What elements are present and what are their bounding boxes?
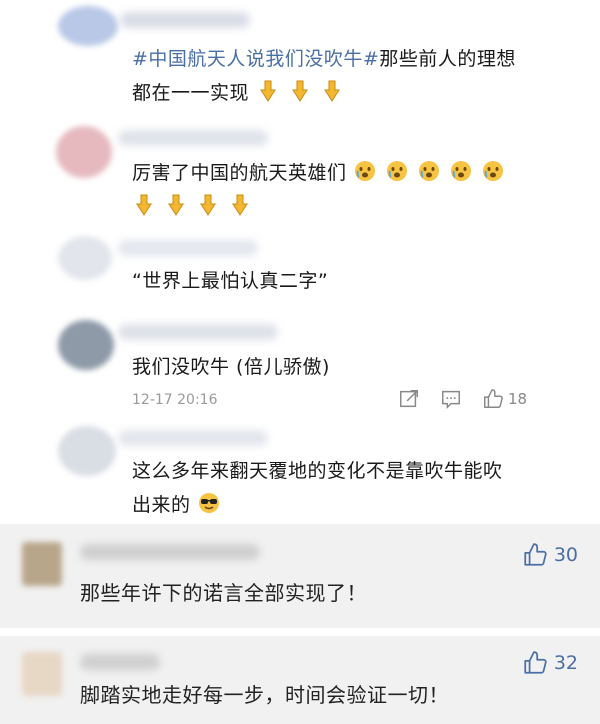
avatar[interactable] (58, 236, 112, 280)
thumbs-up-icon (482, 388, 504, 410)
comment-5: 这么多年来翻天覆地的变化不是靠吹牛能吹 出来的 (0, 418, 600, 524)
point-down-emoji-icon (256, 79, 280, 103)
comment-text: “世界上最怕认真二字” (132, 264, 572, 298)
crying-face-emoji-icon (385, 159, 409, 183)
avatar[interactable] (58, 6, 118, 46)
sunglasses-face-emoji-icon (197, 491, 221, 515)
like-count: 32 (553, 652, 578, 674)
comment-text-line: 都在一一实现 (132, 82, 250, 104)
highlight-comment-card: 30 那些年许下的诺言全部实现了！ (0, 524, 600, 628)
hashtag-link[interactable]: #中国航天人说我们没吹牛# (132, 48, 379, 70)
username-blurred[interactable] (80, 544, 260, 560)
username-blurred[interactable] (118, 430, 268, 446)
username-blurred[interactable] (118, 240, 258, 256)
thumbs-up-icon (524, 543, 547, 566)
point-down-emoji-icon (196, 193, 220, 217)
username-blurred[interactable] (80, 654, 160, 670)
like-count: 30 (553, 544, 578, 566)
comment-text: 这么多年来翻天覆地的变化不是靠吹牛能吹 出来的 (132, 454, 572, 522)
comment-text: 脚踏实地走好每一步，时间会验证一切！ (80, 683, 449, 707)
like-button[interactable]: 32 (522, 650, 578, 676)
comment-timestamp: 12-17 20:16 (132, 392, 218, 408)
crying-face-emoji-icon (417, 159, 441, 183)
like-button[interactable]: 18 (482, 388, 527, 410)
like-button[interactable]: 30 (522, 542, 578, 568)
point-down-emoji-icon (164, 193, 188, 217)
username-blurred[interactable] (118, 130, 268, 146)
point-down-emoji-icon (320, 79, 344, 103)
comment-text: 我们没吹牛 (倍儿骄傲) (132, 350, 572, 384)
share-icon[interactable] (398, 388, 420, 410)
comment-text-line: “世界上最怕认真二字” (132, 270, 329, 292)
comment-text-line: 厉害了中国的航天英雄们 (132, 162, 347, 184)
username-blurred[interactable] (118, 324, 278, 340)
username-blurred[interactable] (120, 12, 250, 28)
comment-text-line: 这么多年来翻天覆地的变化不是靠吹牛能吹 (132, 460, 503, 482)
comment-text: #中国航天人说我们没吹牛#那些前人的理想 都在一一实现 (132, 42, 552, 110)
point-down-emoji-icon (288, 79, 312, 103)
avatar[interactable] (56, 126, 112, 178)
comment-text-line: 那些前人的理想 (379, 48, 516, 70)
comment-icon[interactable] (440, 388, 462, 410)
like-count: 18 (508, 390, 528, 408)
comment-text-line: 出来的 (132, 494, 191, 516)
divider (0, 628, 600, 636)
comment-text-line: 我们没吹牛 (倍儿骄傲) (132, 356, 330, 378)
crying-face-emoji-icon (481, 159, 505, 183)
crying-face-emoji-icon (353, 159, 377, 183)
avatar[interactable] (22, 652, 62, 696)
comment-text: 厉害了中国的航天英雄们 (132, 156, 572, 224)
point-down-emoji-icon (228, 193, 252, 217)
comment-2: 厉害了中国的航天英雄们 (0, 120, 600, 230)
avatar[interactable] (22, 542, 62, 586)
highlight-comment-card: 32 脚踏实地走好每一步，时间会验证一切！ (0, 636, 600, 724)
thumbs-up-icon (524, 651, 547, 674)
comment-actions: 18 (398, 388, 527, 410)
point-down-emoji-icon (132, 193, 156, 217)
crying-face-emoji-icon (449, 159, 473, 183)
avatar[interactable] (58, 426, 116, 476)
comment-text: 那些年许下的诺言全部实现了！ (80, 581, 367, 605)
comment-4: 我们没吹牛 (倍儿骄傲) 12-17 20:16 18 (0, 314, 600, 418)
comment-3: “世界上最怕认真二字” (0, 230, 600, 314)
comment-1: #中国航天人说我们没吹牛#那些前人的理想 都在一一实现 (0, 0, 600, 120)
avatar[interactable] (58, 320, 114, 370)
